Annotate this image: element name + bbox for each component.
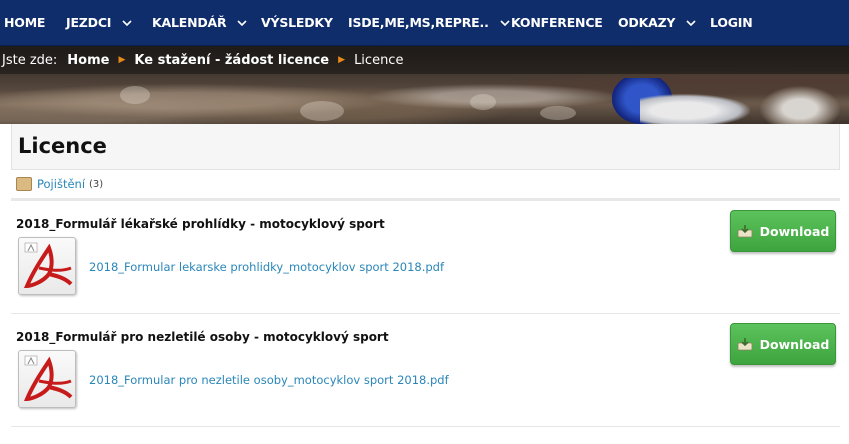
- breadcrumb: Jste zde: Home ▶ Ke stažení - žádost lic…: [0, 46, 849, 74]
- nav-item-kalendar[interactable]: KALENDÁŘ: [152, 0, 248, 46]
- document-title: 2018_Formulář lékařské prohlídky - motoc…: [16, 217, 385, 231]
- file-link[interactable]: 2018_Formular lekarske prohlidky_motocyk…: [89, 260, 444, 274]
- divider: [11, 198, 840, 201]
- nav-item-label: JEZDCI: [66, 15, 112, 30]
- nav-item-isde[interactable]: ISDE,ME,MS,REPRE..: [348, 0, 511, 46]
- download-button[interactable]: Download: [730, 323, 836, 365]
- breadcrumb-separator-icon: ▶: [338, 55, 346, 65]
- nav-item-konference[interactable]: KONFERENCE: [511, 0, 603, 46]
- chevron-down-icon: [236, 17, 248, 29]
- nav-item-login[interactable]: LOGIN: [710, 0, 753, 46]
- breadcrumb-prefix: Jste zde:: [2, 52, 58, 68]
- chevron-down-icon: [121, 17, 133, 29]
- nav-item-label: KALENDÁŘ: [152, 15, 227, 30]
- nav-item-label: KONFERENCE: [511, 15, 603, 30]
- chevron-down-icon: [499, 17, 511, 29]
- download-button-label: Download: [759, 336, 830, 352]
- category-link[interactable]: Pojištění: [37, 177, 85, 191]
- nav-item-label: ODKAZY: [618, 15, 676, 30]
- page-heading-box: Licence: [11, 124, 840, 170]
- document-divider: [11, 313, 840, 314]
- download-button-label: Download: [759, 223, 830, 239]
- download-button[interactable]: Download: [730, 210, 836, 252]
- nav-item-home[interactable]: HOME: [4, 0, 45, 46]
- breadcrumb-link-home[interactable]: Home: [67, 53, 109, 68]
- nav-item-odkazy[interactable]: ODKAZY: [618, 0, 697, 46]
- chevron-down-icon: [685, 17, 697, 29]
- breadcrumb-separator-icon: ▶: [118, 55, 126, 65]
- nav-item-label: LOGIN: [710, 15, 753, 30]
- nav-item-vysledky[interactable]: VÝSLEDKY: [261, 0, 333, 46]
- download-icon: [737, 337, 753, 351]
- page-title: Licence: [18, 134, 107, 158]
- folder-icon: [16, 177, 32, 191]
- motorcycle-wheel-image: [760, 86, 840, 124]
- document-divider: [11, 426, 840, 427]
- motorcycle-image: [640, 94, 750, 124]
- download-icon: [737, 224, 753, 238]
- nav-item-label: VÝSLEDKY: [261, 15, 333, 30]
- pdf-file-icon[interactable]: [18, 237, 76, 295]
- breadcrumb-link-downloads[interactable]: Ke stažení - žádost licence: [134, 53, 329, 68]
- category-count: (3): [89, 178, 104, 190]
- pdf-file-icon[interactable]: [18, 350, 76, 408]
- breadcrumb-current: Licence: [354, 52, 404, 68]
- nav-item-label: ISDE,ME,MS,REPRE..: [348, 15, 489, 30]
- nav-item-jezdci[interactable]: JEZDCI: [66, 0, 133, 46]
- category-row: Pojištění (3): [16, 177, 103, 191]
- file-link[interactable]: 2018_Formular pro nezletile osoby_motocy…: [89, 373, 449, 387]
- main-nav: HOME JEZDCI KALENDÁŘ VÝSLEDKY ISDE,ME,MS…: [0, 0, 849, 46]
- nav-item-label: HOME: [4, 15, 46, 30]
- document-title: 2018_Formulář pro nezletilé osoby - moto…: [16, 330, 389, 344]
